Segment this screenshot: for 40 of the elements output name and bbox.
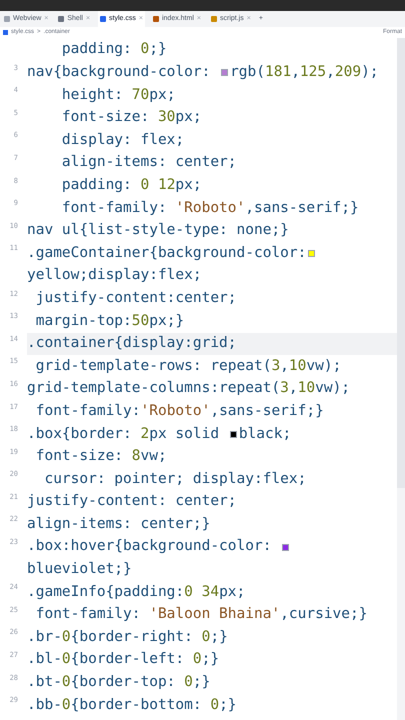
code-line: .bb-0{border-bottom: 0;} (27, 696, 238, 715)
color-swatch[interactable] (282, 544, 290, 551)
code-line: .bt-0{border-top: 0;} (27, 673, 212, 692)
code-line: height: 70px; (60, 86, 176, 105)
code-line: blueviolet;} (27, 560, 133, 580)
code-line: font-family: 'Roboto',sans-serif;} (60, 198, 360, 218)
code-line: grid-template-rows: repeat(3,10vw); (34, 356, 342, 376)
code-line: align-items: center;} (27, 514, 212, 534)
code-line: justify-content: center; (27, 492, 238, 512)
code-line: .br-0{border-right: 0;} (27, 628, 229, 647)
code-line: grid-template-columns:repeat(3,10vw); (27, 379, 352, 398)
code-line: .bl-0{border-left: 0;} (27, 650, 220, 670)
code-line: display: flex; (60, 130, 186, 150)
code-line: padding: 0 12px; (60, 176, 203, 195)
file-icon (3, 30, 8, 35)
file-icon (210, 16, 217, 22)
code-line: align-items: center; (60, 153, 238, 172)
file-icon (152, 16, 159, 22)
color-swatch[interactable] (221, 69, 228, 76)
code-line: padding: 0;} (60, 40, 168, 60)
color-swatch[interactable] (308, 250, 316, 258)
code-line: nav ul{list-style-type: none;} (27, 221, 290, 240)
file-icon (58, 16, 64, 22)
code-line: font-family: 'Baloon Bhaina',cursive;} (34, 605, 368, 624)
code-line: yellow;display:flex; (27, 266, 203, 286)
scrollbar[interactable] (397, 38, 405, 720)
code-line: font-family:'Roboto',sans-serif;} (34, 402, 325, 421)
code-line: .box:hover{background-color: (27, 536, 397, 559)
file-icon (4, 16, 10, 22)
code-line: .box{border: 2px solid black; (27, 424, 292, 444)
code-line: .gameInfo{padding:0 34px; (27, 582, 246, 602)
code-line: margin-top:50px;} (34, 312, 186, 331)
code-line: nav{background-color: rgb(181,125,209); (27, 63, 380, 82)
color-swatch[interactable] (230, 430, 237, 438)
code-line: cursor: pointer; display:flex; (43, 470, 308, 489)
code-line: .gameContainer{background-color: (27, 242, 397, 265)
code-line: font-size: 30px; (60, 108, 203, 128)
code-line: justify-content:center; (34, 288, 238, 308)
code-line: font-size: 8vw; (34, 447, 168, 466)
file-icon (100, 16, 106, 22)
